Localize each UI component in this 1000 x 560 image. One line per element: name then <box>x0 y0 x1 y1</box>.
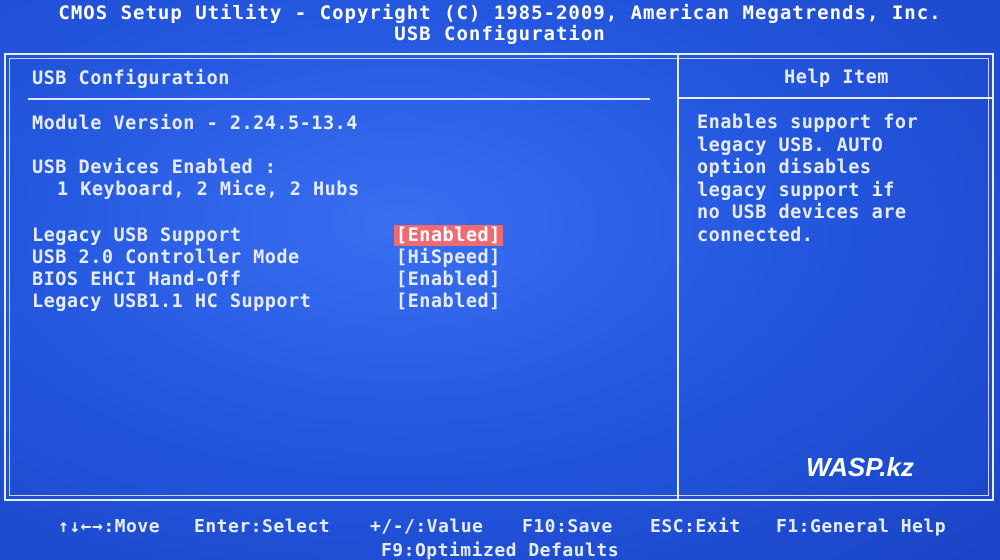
option-legacy-usb-support-label[interactable]: Legacy USB Support <box>32 225 241 246</box>
help-header-divider <box>679 97 994 99</box>
usb-devices-value: 1 Keyboard, 2 Mice, 2 Hubs <box>57 179 360 200</box>
footer-key-help: F1:General Help <box>776 516 947 537</box>
watermark-logo: WASP.kz <box>806 452 914 482</box>
module-version: Module Version - 2.24.5-13.4 <box>32 113 358 134</box>
footer-key-select: Enter:Select <box>194 516 331 537</box>
option-usb2-controller-mode-label[interactable]: USB 2.0 Controller Mode <box>32 247 300 268</box>
footer-key-defaults: F9:Optimized Defaults <box>380 540 620 560</box>
window-title: CMOS Setup Utility - Copyright (C) 1985-… <box>58 2 942 24</box>
help-line: legacy support if <box>697 179 895 201</box>
help-line: connected. <box>697 224 814 246</box>
option-legacy-usb11-hc-support-value[interactable]: [Enabled] <box>396 291 501 312</box>
option-legacy-usb-support-value[interactable]: [Enabled] <box>394 225 503 246</box>
selected-value-highlight[interactable]: [Enabled] <box>394 225 503 246</box>
help-text: Enables support for legacy USB. AUTO opt… <box>697 112 957 247</box>
option-bios-ehci-handoff-value[interactable]: [Enabled] <box>396 269 501 290</box>
option-usb2-controller-mode-value[interactable]: [HiSpeed] <box>396 247 501 268</box>
help-line: no USB devices are <box>697 202 907 223</box>
help-line: option disables <box>697 157 872 178</box>
option-legacy-usb11-hc-support-label[interactable]: Legacy USB1.1 HC Support <box>32 291 311 312</box>
help-line: legacy USB. AUTO <box>697 134 884 156</box>
footer-key-save: F10:Save <box>522 516 613 537</box>
help-title: Help Item <box>784 67 889 88</box>
page-title: USB Configuration <box>394 23 606 45</box>
footer-key-value: +/-/:Value <box>370 516 484 537</box>
bios-screen: CMOS Setup Utility - Copyright (C) 1985-… <box>0 0 1000 560</box>
main-header-divider <box>28 98 650 100</box>
section-header: USB Configuration <box>32 68 230 89</box>
footer-key-move: ↑↓←→:Move <box>58 516 161 537</box>
option-bios-ehci-handoff-label[interactable]: BIOS EHCI Hand-Off <box>32 269 241 290</box>
usb-devices-label: USB Devices Enabled : <box>32 157 277 178</box>
footer-key-exit: ESC:Exit <box>650 516 741 537</box>
help-line: Enables support for <box>697 112 919 133</box>
panel-divider <box>677 53 679 501</box>
